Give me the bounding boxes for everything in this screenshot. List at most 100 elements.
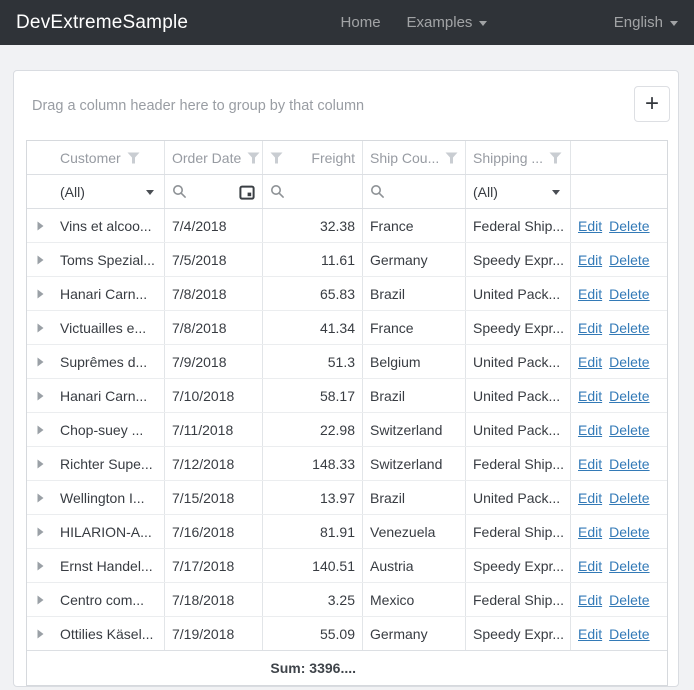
delete-link[interactable]: Delete bbox=[609, 388, 649, 404]
order-date-cell: 7/8/2018 bbox=[165, 311, 263, 344]
expand-row-icon[interactable] bbox=[37, 493, 44, 503]
freight-cell: 140.51 bbox=[263, 549, 363, 582]
table-row: Wellington I... 7/15/2018 13.97 Brazil U… bbox=[27, 481, 667, 515]
expand-cell bbox=[27, 277, 53, 310]
edit-link[interactable]: Edit bbox=[578, 490, 602, 506]
expand-row-icon[interactable] bbox=[37, 221, 44, 231]
actions-cell: Edit Delete bbox=[571, 311, 669, 344]
edit-link[interactable]: Edit bbox=[578, 388, 602, 404]
edit-link[interactable]: Edit bbox=[578, 422, 602, 438]
group-panel-drop-zone[interactable]: Drag a column header here to group by th… bbox=[32, 98, 364, 114]
expand-row-icon[interactable] bbox=[37, 357, 44, 367]
nav-item-home[interactable]: Home bbox=[341, 14, 381, 31]
column-header-shipping[interactable]: Shipping ... bbox=[466, 141, 571, 174]
freight-cell: 11.61 bbox=[263, 243, 363, 276]
freight-cell: 55.09 bbox=[263, 617, 363, 650]
ship-country-cell: Belgium bbox=[363, 345, 466, 378]
expand-cell bbox=[27, 447, 53, 480]
delete-link[interactable]: Delete bbox=[609, 252, 649, 268]
edit-link[interactable]: Edit bbox=[578, 218, 602, 234]
filter-freight-input[interactable] bbox=[263, 175, 363, 208]
filter-shipping-select[interactable]: (All) bbox=[466, 175, 571, 208]
chevron-down-icon[interactable] bbox=[552, 190, 560, 195]
order-date-cell: 7/4/2018 bbox=[165, 209, 263, 242]
ship-country-cell: Venezuela bbox=[363, 515, 466, 548]
edit-link[interactable]: Edit bbox=[578, 354, 602, 370]
expand-cell bbox=[27, 549, 53, 582]
shipping-cell: Federal Ship... bbox=[466, 209, 571, 242]
freight-cell: 81.91 bbox=[263, 515, 363, 548]
content-card: Drag a column header here to group by th… bbox=[13, 70, 679, 687]
table-row: Vins et alcoo... 7/4/2018 32.38 France F… bbox=[27, 209, 667, 243]
actions-cell: Edit Delete bbox=[571, 243, 669, 276]
language-selector[interactable]: English bbox=[614, 14, 678, 31]
table-row: Chop-suey ... 7/11/2018 22.98 Switzerlan… bbox=[27, 413, 667, 447]
customer-cell: Centro com... bbox=[53, 583, 165, 616]
expand-row-icon[interactable] bbox=[37, 629, 44, 639]
delete-link[interactable]: Delete bbox=[609, 218, 649, 234]
expand-row-icon[interactable] bbox=[37, 323, 44, 333]
customer-cell: Hanari Carn... bbox=[53, 277, 165, 310]
column-header-order-date[interactable]: Order Date bbox=[165, 141, 263, 174]
expand-row-icon[interactable] bbox=[37, 527, 44, 537]
filter-funnel-icon[interactable] bbox=[270, 152, 283, 164]
expand-row-icon[interactable] bbox=[37, 255, 44, 265]
column-header-customer[interactable]: Customer bbox=[53, 141, 165, 174]
actions-cell: Edit Delete bbox=[571, 345, 669, 378]
delete-link[interactable]: Delete bbox=[609, 354, 649, 370]
edit-link[interactable]: Edit bbox=[578, 524, 602, 540]
filter-customer-value: (All) bbox=[60, 184, 85, 200]
column-header-ship-country[interactable]: Ship Cou... bbox=[363, 141, 466, 174]
delete-link[interactable]: Delete bbox=[609, 524, 649, 540]
expand-row-icon[interactable] bbox=[37, 391, 44, 401]
nav-item-examples[interactable]: Examples bbox=[407, 14, 488, 31]
chevron-down-icon[interactable] bbox=[146, 190, 154, 195]
shipping-cell: Federal Ship... bbox=[466, 447, 571, 480]
edit-link[interactable]: Edit bbox=[578, 592, 602, 608]
filter-funnel-icon[interactable] bbox=[549, 152, 562, 164]
freight-cell: 13.97 bbox=[263, 481, 363, 514]
table-row: Centro com... 7/18/2018 3.25 Mexico Fede… bbox=[27, 583, 667, 617]
edit-link[interactable]: Edit bbox=[578, 286, 602, 302]
edit-link[interactable]: Edit bbox=[578, 320, 602, 336]
edit-link[interactable]: Edit bbox=[578, 252, 602, 268]
edit-link[interactable]: Edit bbox=[578, 558, 602, 574]
expand-column-header bbox=[27, 141, 53, 174]
delete-link[interactable]: Delete bbox=[609, 558, 649, 574]
delete-link[interactable]: Delete bbox=[609, 456, 649, 472]
delete-link[interactable]: Delete bbox=[609, 286, 649, 302]
freight-cell: 148.33 bbox=[263, 447, 363, 480]
expand-cell bbox=[27, 413, 53, 446]
app-brand[interactable]: DevExtremeSample bbox=[16, 12, 188, 34]
filter-customer-select[interactable]: (All) bbox=[53, 175, 165, 208]
group-panel-text: Drag a column header here to group by th… bbox=[32, 98, 364, 114]
grid-filter-row: (All) bbox=[27, 175, 667, 209]
ship-country-cell: Austria bbox=[363, 549, 466, 582]
filter-funnel-icon[interactable] bbox=[247, 152, 260, 164]
delete-link[interactable]: Delete bbox=[609, 422, 649, 438]
delete-link[interactable]: Delete bbox=[609, 320, 649, 336]
filter-funnel-icon[interactable] bbox=[127, 152, 140, 164]
shipping-cell: United Pack... bbox=[466, 345, 571, 378]
add-row-button[interactable]: + bbox=[634, 86, 670, 122]
expand-row-icon[interactable] bbox=[37, 561, 44, 571]
filter-funnel-icon[interactable] bbox=[445, 152, 458, 164]
filter-order-date-input[interactable] bbox=[165, 175, 263, 208]
delete-link[interactable]: Delete bbox=[609, 626, 649, 642]
edit-link[interactable]: Edit bbox=[578, 456, 602, 472]
delete-link[interactable]: Delete bbox=[609, 490, 649, 506]
expand-row-icon[interactable] bbox=[37, 425, 44, 435]
filter-ship-country-input[interactable] bbox=[363, 175, 466, 208]
delete-link[interactable]: Delete bbox=[609, 592, 649, 608]
chevron-down-icon bbox=[479, 21, 487, 26]
actions-cell: Edit Delete bbox=[571, 277, 669, 310]
calendar-icon[interactable] bbox=[239, 184, 255, 200]
expand-row-icon[interactable] bbox=[37, 459, 44, 469]
customer-cell: Ernst Handel... bbox=[53, 549, 165, 582]
edit-link[interactable]: Edit bbox=[578, 626, 602, 642]
column-header-freight[interactable]: Freight bbox=[263, 141, 363, 174]
expand-row-icon[interactable] bbox=[37, 595, 44, 605]
expand-row-icon[interactable] bbox=[37, 289, 44, 299]
actions-cell: Edit Delete bbox=[571, 447, 669, 480]
actions-cell: Edit Delete bbox=[571, 583, 669, 616]
